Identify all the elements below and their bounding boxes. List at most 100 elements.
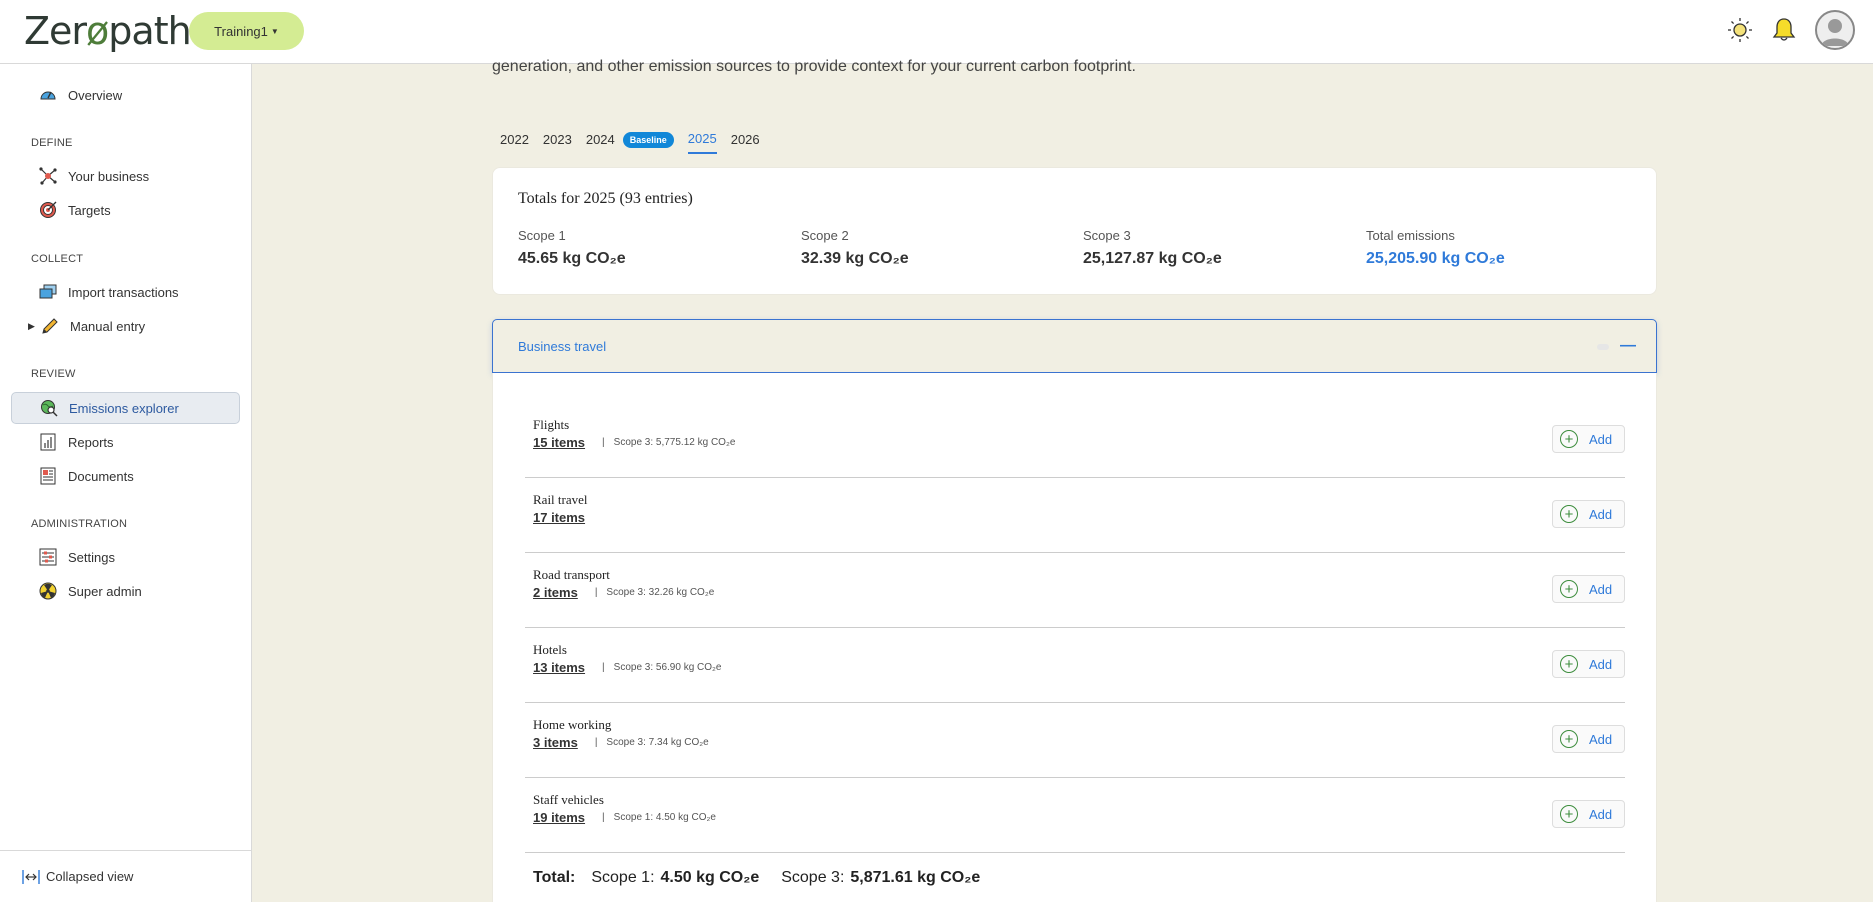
scope-summary: Scope 1: 4.50 kg CO₂e [613,812,716,823]
sidebar-item-label: Documents [68,468,134,484]
collapse-icon [22,869,40,885]
add-staff-vehicles-button[interactable]: + Add [1552,800,1625,828]
category-row-rail-travel: Rail travel 17 items + Add [525,478,1625,553]
sidebar-item-manual-entry[interactable]: ▶ Manual entry [11,310,240,342]
collapsed-view-toggle[interactable]: Collapsed view [0,850,252,902]
sidebar-item-targets[interactable]: Targets [11,194,240,226]
plus-circle-icon: + [1560,730,1578,748]
items-link[interactable]: 19 items [533,810,585,825]
category-row-staff-vehicles: Staff vehicles 19 items | Scope 1: 4.50 … [525,778,1625,853]
scope1-label: Scope 1 [518,228,566,243]
meta-separator: | [594,737,598,748]
items-link[interactable]: 3 items [533,735,578,750]
category-name: Home working [533,717,612,732]
section-label-review: REVIEW [31,368,76,380]
add-label: Add [1589,506,1613,522]
sidebar-item-documents[interactable]: Documents [11,460,240,492]
organisation-dropdown[interactable]: Training1 ▼ [189,12,304,50]
sun-icon[interactable] [1727,17,1753,43]
total-label: Total: [533,869,576,886]
total-emissions-value: 25,205.90 kg CO₂e [1366,250,1505,267]
items-link[interactable]: 17 items [533,510,585,525]
sidebar-item-super-admin[interactable]: Super admin [11,575,240,607]
sidebar-item-label: Targets [68,202,111,218]
business-travel-accordion-header[interactable]: Business travel — [492,319,1657,373]
add-rail-travel-button[interactable]: + Add [1552,500,1625,528]
gauge-icon [39,86,57,104]
sidebar-item-label: Reports [68,434,114,450]
expand-caret-icon[interactable]: ▶ [28,321,35,332]
category-row-flights: Flights 15 items | Scope 3: 5,775.12 kg … [525,403,1625,478]
tab-2022[interactable]: 2022 [500,132,529,153]
avatar[interactable] [1815,10,1855,50]
tab-2024[interactable]: 2024 [586,132,615,153]
category-row-home-working: Home working 3 items | Scope 3: 7.34 kg … [525,703,1625,778]
add-road-transport-button[interactable]: + Add [1552,575,1625,603]
main-content: generation, and other emission sources t… [252,58,1873,902]
sidebar-item-settings[interactable]: Settings [11,541,240,573]
totals-card: Totals for 2025 (93 entries) Scope 1 45.… [492,167,1657,295]
scope3-label: Scope 3 [1083,228,1131,243]
items-link[interactable]: 13 items [533,660,585,675]
total-scope3-prefix: Scope 3: [781,869,845,886]
zeropath-logo[interactable]: Zer ø path [24,8,192,54]
sliders-icon [39,548,57,566]
add-label: Add [1589,731,1613,747]
meta-separator: | [602,437,605,448]
total-emissions-label: Total emissions [1366,228,1455,243]
category-meta: 19 items | Scope 1: 4.50 kg CO₂e [533,810,716,825]
category-name: Road transport [533,567,610,582]
top-bar: Zer ø path Training1 ▼ [0,0,1873,64]
items-link[interactable]: 2 items [533,585,578,600]
add-hotels-button[interactable]: + Add [1552,650,1625,678]
add-home-working-button[interactable]: + Add [1552,725,1625,753]
category-name: Rail travel [533,492,588,507]
category-meta: 15 items | Scope 3: 5,775.12 kg CO₂e [533,435,735,450]
pencil-icon [41,317,59,335]
year-tabs: 2022 2023 2024 Baseline 2025 2026 [500,131,760,154]
add-flights-button[interactable]: + Add [1552,425,1625,453]
tab-2023[interactable]: 2023 [543,132,572,153]
scope-summary: Scope 3: 32.26 kg CO₂e [606,587,715,598]
globe-search-icon [40,399,58,417]
totals-title: Totals for 2025 (93 entries) [518,190,693,207]
items-link[interactable]: 15 items [533,435,585,450]
intro-text: generation, and other emission sources t… [492,58,1136,75]
category-meta: 13 items | Scope 3: 56.90 kg CO₂e [533,660,722,675]
stack-icon [39,283,57,301]
document-icon [39,467,57,485]
meta-separator: | [602,812,605,823]
category-row-road-transport: Road transport 2 items | Scope 3: 32.26 … [525,553,1625,628]
category-name: Staff vehicles [533,792,604,807]
totals-total-emissions: Total emissions 25,205.90 kg CO₂e [1366,228,1505,268]
sidebar-item-overview[interactable]: Overview [11,79,240,111]
sidebar-item-label: Emissions explorer [69,400,179,416]
sidebar-item-reports[interactable]: Reports [11,426,240,458]
sidebar-item-your-business[interactable]: Your business [11,160,240,192]
collapse-minus-icon[interactable]: — [1620,337,1636,355]
business-travel-total: Total: Scope 1: 4.50 kg CO₂e Scope 3: 5,… [533,869,980,887]
sidebar-item-import-transactions[interactable]: Import transactions [11,276,240,308]
totals-scope1: Scope 1 45.65 kg CO₂e [518,228,626,268]
totals-scope3: Scope 3 25,127.87 kg CO₂e [1083,228,1222,268]
sidebar-item-label: Your business [68,168,150,184]
scope2-value: 32.39 kg CO₂e [801,250,909,267]
total-scope1-value: 4.50 kg CO₂e [660,869,760,886]
top-actions [1727,10,1855,50]
category-row-hotels: Hotels 13 items | Scope 3: 56.90 kg CO₂e… [525,628,1625,703]
sidebar-item-label: Settings [68,549,115,565]
category-name: Hotels [533,642,567,657]
plus-circle-icon: + [1560,430,1578,448]
bell-icon[interactable] [1771,17,1797,43]
scope-summary: Scope 3: 5,775.12 kg CO₂e [613,437,736,448]
meta-separator: | [594,587,598,598]
tab-2026[interactable]: 2026 [731,132,760,153]
tab-2025[interactable]: 2025 [687,131,717,154]
sidebar-item-emissions-explorer[interactable]: Emissions explorer [11,392,240,424]
category-meta: 3 items | Scope 3: 7.34 kg CO₂e [533,735,709,750]
total-scope1-prefix: Scope 1: [591,869,655,886]
category-name: Flights [533,417,570,432]
category-meta: 2 items | Scope 3: 32.26 kg CO₂e [533,585,714,600]
add-label: Add [1589,806,1613,822]
caret-down-icon: ▼ [270,26,279,36]
